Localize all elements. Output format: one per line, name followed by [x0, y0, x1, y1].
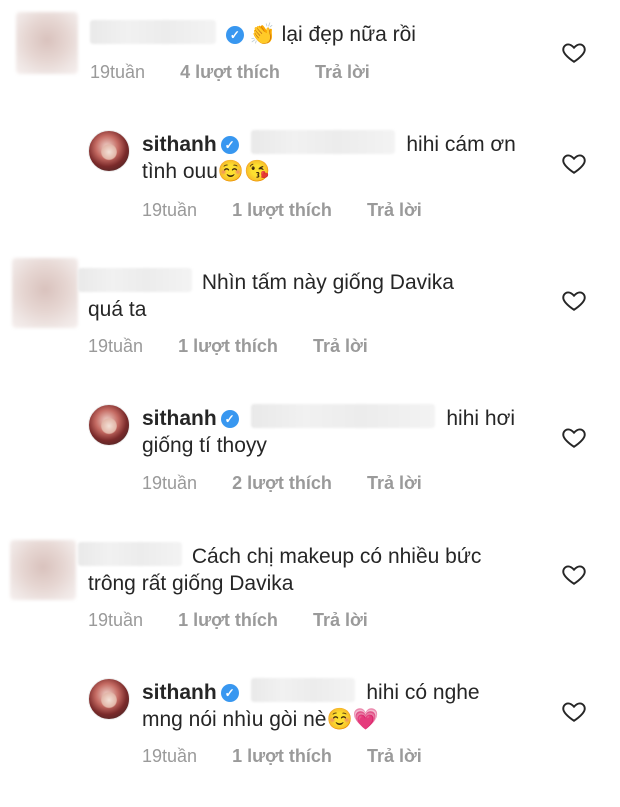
mention-blurred[interactable]: [250, 130, 395, 154]
verified-badge-icon: ✓: [225, 26, 244, 44]
comment-text: sithanh ✓ hihi có nghe: [142, 678, 480, 706]
comment-body-line2: trông rất giống Davika: [88, 572, 294, 595]
comment-likes[interactable]: 1 lượt thích: [178, 610, 278, 630]
username-blurred[interactable]: [90, 20, 216, 44]
reply-button[interactable]: Trả lời: [315, 62, 370, 82]
avatar[interactable]: [10, 540, 76, 600]
reply-button[interactable]: Trả lời: [313, 336, 368, 356]
heart-outline-icon[interactable]: [561, 150, 587, 176]
heart-outline-icon[interactable]: [561, 287, 587, 313]
reply-button[interactable]: Trả lời: [313, 610, 368, 630]
comment-body: 👏 lại đẹp nữa rồi: [249, 23, 416, 46]
heart-outline-icon[interactable]: [561, 561, 587, 587]
comment-body-line2: mng nói nhìu gòi nè☺️💗: [142, 708, 379, 731]
comment-likes[interactable]: 2 lượt thích: [232, 473, 332, 493]
heart-outline-icon[interactable]: [561, 39, 587, 65]
comment-likes[interactable]: 1 lượt thích: [232, 746, 332, 766]
comment-likes[interactable]: 1 lượt thích: [232, 200, 332, 220]
heart-outline-icon[interactable]: [561, 698, 587, 724]
comment-time: 19tuần: [142, 746, 198, 766]
reply-button[interactable]: Trả lời: [367, 473, 422, 493]
avatar[interactable]: [88, 130, 130, 172]
username[interactable]: sithanh: [142, 407, 217, 430]
comment-time: 19tuần: [142, 200, 198, 220]
comment-body-line2: giống tí thoyy: [142, 434, 267, 457]
verified-badge-icon: ✓: [220, 136, 239, 154]
comment-text: ✓ 👏 lại đẹp nữa rồi: [90, 20, 416, 48]
verified-badge-icon: ✓: [220, 410, 239, 428]
comment-text: Cách chị makeup có nhiều bức: [78, 542, 481, 570]
comment-time: 19tuần: [142, 473, 198, 493]
comment-body-line1: hihi có nghe: [366, 681, 480, 704]
comment-body-line1: hihi cám ơn: [406, 133, 516, 156]
username-blurred[interactable]: [78, 268, 192, 292]
comment-time: 19tuần: [88, 610, 144, 630]
comment-body-line1: hihi hơi: [446, 407, 515, 430]
avatar[interactable]: [88, 678, 130, 720]
comment-meta: 19tuần 4 lượt thích Trả lời: [90, 62, 400, 83]
comment-body-line2: quá ta: [88, 298, 147, 321]
comment-text: sithanh ✓ hihi hơi: [142, 404, 515, 432]
comment-time: 19tuần: [90, 62, 146, 82]
comment-body-line1: Cách chị makeup có nhiều bức: [191, 545, 482, 568]
comment-body-line2: tình ouu☺️😘: [142, 160, 271, 183]
comment-likes[interactable]: 1 lượt thích: [178, 336, 278, 356]
reply-button[interactable]: Trả lời: [367, 746, 422, 766]
comment-meta: 19tuần 2 lượt thích Trả lời: [142, 473, 452, 494]
comment-likes[interactable]: 4 lượt thích: [180, 62, 280, 82]
username[interactable]: sithanh: [142, 681, 217, 704]
username[interactable]: sithanh: [142, 133, 217, 156]
comment-body-line1: Nhìn tấm này giống Davika: [201, 271, 454, 294]
comment-meta: 19tuần 1 lượt thích Trả lời: [142, 746, 452, 767]
mention-blurred[interactable]: [250, 404, 435, 428]
comment-text: Nhìn tấm này giống Davika: [78, 268, 454, 296]
comment-text: sithanh ✓ hihi cám ơn: [142, 130, 516, 158]
comment-meta: 19tuần 1 lượt thích Trả lời: [88, 610, 398, 631]
avatar[interactable]: [16, 12, 78, 74]
username-blurred[interactable]: [78, 542, 182, 566]
verified-badge-icon: ✓: [220, 684, 239, 702]
mention-blurred[interactable]: [250, 678, 355, 702]
avatar[interactable]: [12, 258, 78, 328]
reply-button[interactable]: Trả lời: [367, 200, 422, 220]
comment-meta: 19tuần 1 lượt thích Trả lời: [88, 336, 398, 357]
heart-outline-icon[interactable]: [561, 424, 587, 450]
comment-meta: 19tuần 1 lượt thích Trả lời: [142, 200, 452, 221]
avatar[interactable]: [88, 404, 130, 446]
comment-time: 19tuần: [88, 336, 144, 356]
